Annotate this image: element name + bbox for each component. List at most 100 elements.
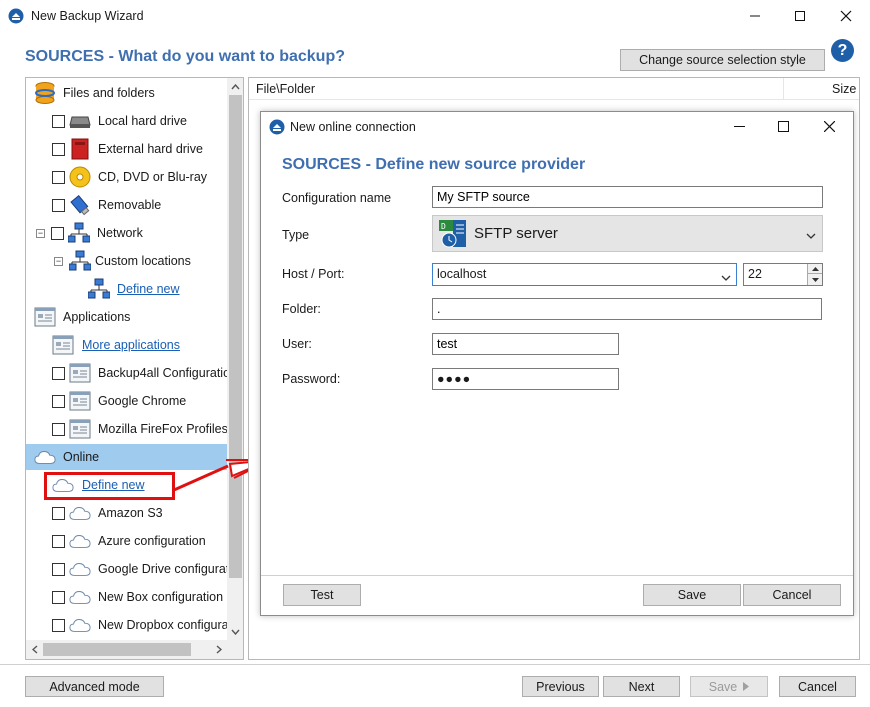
scroll-thumb[interactable] bbox=[43, 643, 191, 656]
config-name-input[interactable] bbox=[432, 186, 823, 208]
collapse-icon[interactable]: − bbox=[54, 256, 63, 266]
network-icon bbox=[88, 278, 110, 300]
host-combobox[interactable]: localhost bbox=[432, 263, 737, 286]
tree-item-cd-dvd[interactable]: CD, DVD or Blu-ray bbox=[52, 164, 207, 190]
cancel-button[interactable]: Cancel bbox=[779, 676, 856, 697]
dialog-save-button[interactable]: Save bbox=[643, 584, 741, 606]
dialog-close-button[interactable] bbox=[817, 115, 841, 137]
tree-item-firefox-profiles[interactable]: Mozilla FireFox Profiles bbox=[52, 416, 228, 442]
tree-item-local-hard-drive[interactable]: Local hard drive bbox=[52, 108, 187, 134]
password-input[interactable]: ●●●● bbox=[432, 368, 619, 390]
file-list-header: File\Folder Size bbox=[249, 78, 859, 100]
tree-label: Files and folders bbox=[63, 86, 155, 100]
tree-label: Network bbox=[97, 226, 143, 240]
next-button[interactable]: Next bbox=[603, 676, 680, 697]
tree-label: Online bbox=[63, 450, 100, 464]
change-source-style-button[interactable]: Change source selection style bbox=[620, 49, 825, 71]
folder-input[interactable] bbox=[432, 298, 822, 320]
minimize-button[interactable] bbox=[732, 0, 778, 32]
dialog-minimize-button[interactable] bbox=[727, 115, 751, 137]
tree-item-new-dropbox[interactable]: New Dropbox configurat bbox=[52, 612, 232, 638]
tree-item-external-hard-drive[interactable]: External hard drive bbox=[52, 136, 203, 162]
test-button[interactable]: Test bbox=[283, 584, 361, 606]
application-icon bbox=[69, 418, 91, 440]
checkbox[interactable] bbox=[51, 226, 64, 240]
stepper-down-icon[interactable] bbox=[807, 274, 822, 285]
folder-label: Folder: bbox=[282, 302, 321, 316]
vertical-scrollbar[interactable] bbox=[227, 78, 243, 640]
checkbox[interactable] bbox=[52, 198, 65, 212]
tree-item-define-new-network[interactable]: Define new bbox=[88, 276, 180, 302]
type-select[interactable]: D SFTP server bbox=[432, 215, 823, 252]
tree-label: Google Drive configurati bbox=[98, 562, 233, 576]
scroll-down-icon[interactable] bbox=[227, 623, 243, 640]
scroll-up-icon[interactable] bbox=[227, 78, 243, 95]
cloud-icon bbox=[69, 530, 91, 552]
tree-item-custom-locations[interactable]: − Custom locations bbox=[54, 248, 191, 274]
advanced-mode-button[interactable]: Advanced mode bbox=[25, 676, 164, 697]
save-button[interactable]: Save bbox=[690, 676, 768, 697]
checkbox[interactable] bbox=[52, 422, 65, 436]
checkbox[interactable] bbox=[52, 534, 65, 548]
tree-item-files-and-folders[interactable]: Files and folders bbox=[34, 80, 155, 106]
tree-label: Azure configuration bbox=[98, 534, 206, 548]
footer-divider bbox=[0, 664, 870, 665]
previous-button[interactable]: Previous bbox=[522, 676, 599, 697]
dialog-heading: SOURCES - Define new source provider bbox=[282, 156, 586, 173]
collapse-icon[interactable]: − bbox=[36, 228, 45, 238]
help-icon[interactable]: ? bbox=[831, 39, 854, 62]
tree-item-azure[interactable]: Azure configuration bbox=[52, 528, 206, 554]
application-icon bbox=[69, 362, 91, 384]
tree-label: External hard drive bbox=[98, 142, 203, 156]
tree-item-backup4all-configuration[interactable]: Backup4all Configuration bbox=[52, 360, 237, 386]
tree-item-amazon-s3[interactable]: Amazon S3 bbox=[52, 500, 163, 526]
svg-text:D: D bbox=[441, 222, 446, 231]
tree-item-google-drive[interactable]: Google Drive configurati bbox=[52, 556, 232, 582]
column-header-size[interactable]: Size bbox=[832, 82, 856, 96]
hard-drive-icon bbox=[69, 110, 91, 132]
application-icon bbox=[69, 390, 91, 412]
type-label: Type bbox=[282, 228, 310, 242]
scroll-right-icon[interactable] bbox=[210, 640, 227, 659]
page-heading: SOURCES - What do you want to backup? bbox=[25, 48, 345, 65]
define-new-link[interactable]: Define new bbox=[117, 282, 180, 296]
dialog-cancel-button[interactable]: Cancel bbox=[743, 584, 841, 606]
new-online-connection-dialog: New online connection SOURCES - Define n… bbox=[260, 111, 854, 616]
cloud-icon bbox=[34, 446, 56, 468]
tree-item-network[interactable]: − Network bbox=[36, 220, 143, 246]
tree-item-google-chrome[interactable]: Google Chrome bbox=[52, 388, 186, 414]
config-name-label: Configuration name bbox=[282, 191, 392, 205]
scroll-left-icon[interactable] bbox=[26, 640, 43, 659]
column-header-path[interactable]: File\Folder bbox=[256, 82, 315, 96]
chevron-right-icon bbox=[743, 682, 750, 691]
checkbox[interactable] bbox=[52, 590, 65, 604]
checkbox[interactable] bbox=[52, 170, 65, 184]
source-tree[interactable]: Files and folders Local hard drive Exter… bbox=[25, 77, 244, 660]
checkbox[interactable] bbox=[52, 142, 65, 156]
tree-item-more-applications[interactable]: More applications bbox=[52, 332, 180, 358]
checkbox[interactable] bbox=[52, 562, 65, 576]
usb-stick-icon bbox=[69, 194, 91, 216]
scroll-thumb[interactable] bbox=[229, 95, 242, 578]
user-input[interactable] bbox=[432, 333, 619, 355]
checkbox[interactable] bbox=[52, 618, 65, 632]
chevron-down-icon[interactable] bbox=[721, 271, 731, 285]
tree-item-removable[interactable]: Removable bbox=[52, 192, 161, 218]
maximize-button[interactable] bbox=[777, 0, 823, 32]
more-applications-link[interactable]: More applications bbox=[82, 338, 180, 352]
checkbox[interactable] bbox=[52, 114, 65, 128]
tree-item-new-box[interactable]: New Box configuration bbox=[52, 584, 223, 610]
tree-item-applications[interactable]: Applications bbox=[34, 304, 130, 330]
port-stepper[interactable]: 22 bbox=[743, 263, 823, 286]
cloud-icon bbox=[69, 558, 91, 580]
checkbox[interactable] bbox=[52, 506, 65, 520]
close-button[interactable] bbox=[823, 0, 869, 32]
tree-label: CD, DVD or Blu-ray bbox=[98, 170, 208, 184]
checkbox[interactable] bbox=[52, 366, 65, 380]
checkbox[interactable] bbox=[52, 394, 65, 408]
chevron-down-icon bbox=[806, 229, 816, 243]
stepper-up-icon[interactable] bbox=[807, 264, 822, 274]
dialog-maximize-button[interactable] bbox=[771, 115, 795, 137]
horizontal-scrollbar[interactable] bbox=[26, 640, 243, 659]
app-icon bbox=[8, 8, 24, 24]
